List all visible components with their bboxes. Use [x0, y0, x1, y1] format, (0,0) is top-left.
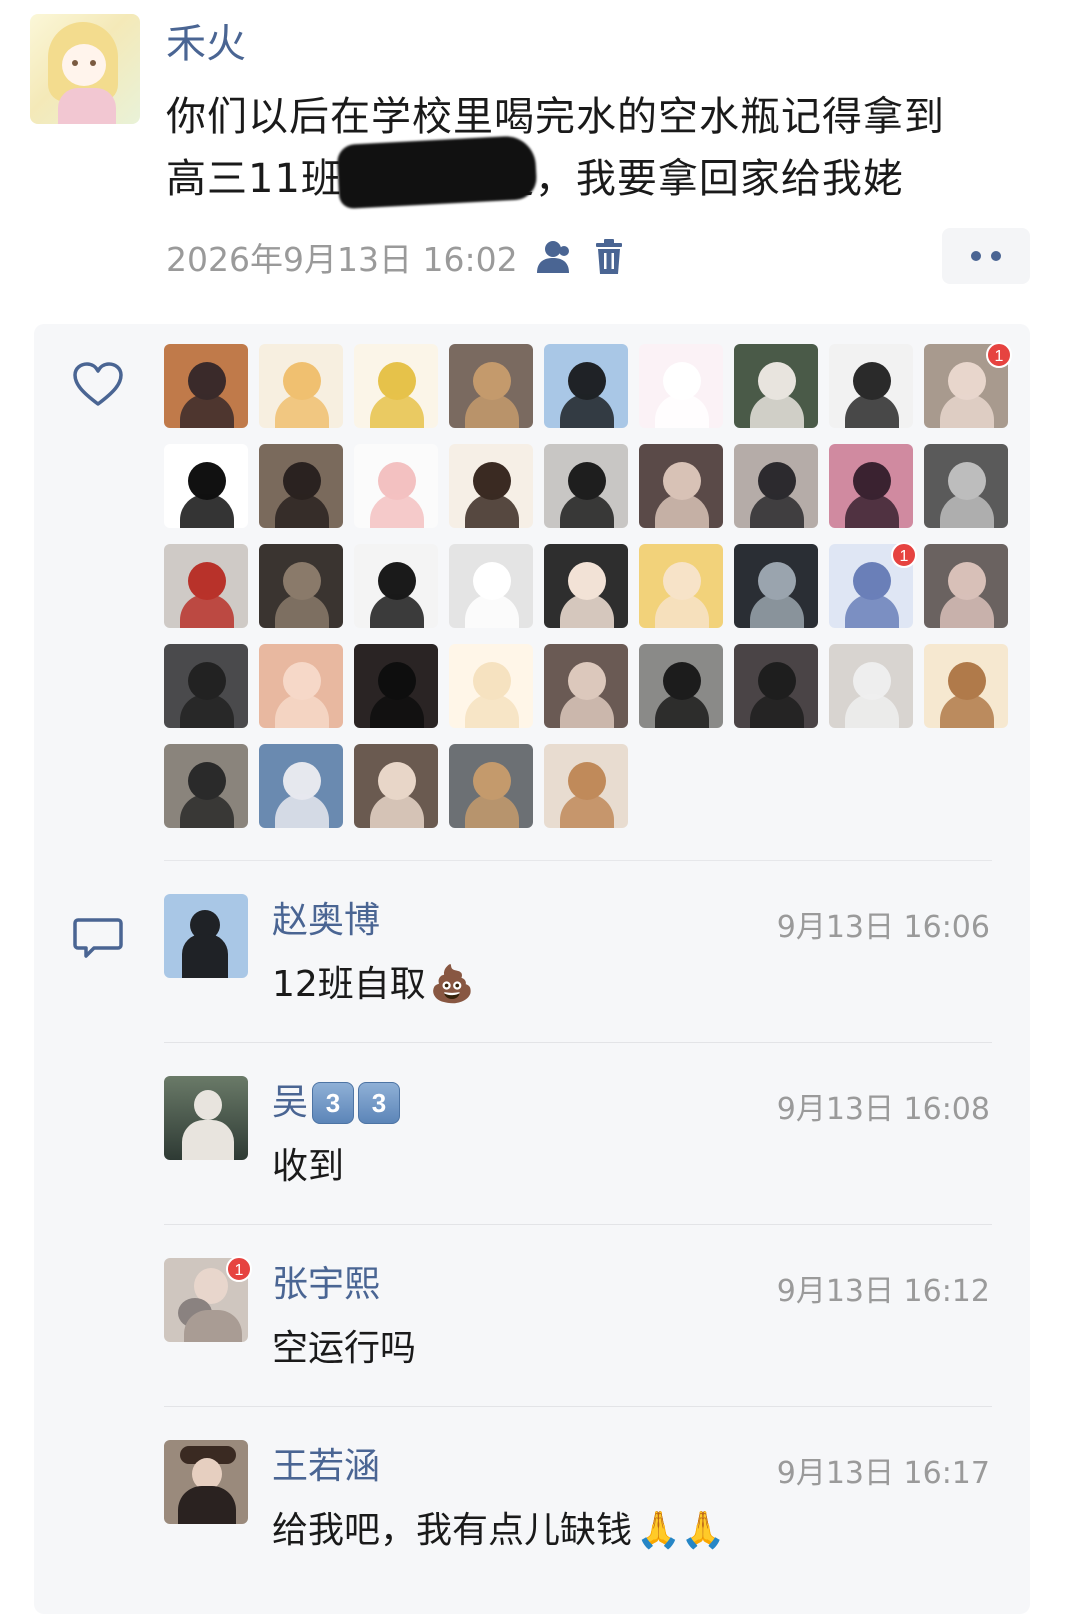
praying-hands-emoji-icon: 🙏🙏	[636, 1510, 726, 1551]
liker-avatar[interactable]	[544, 544, 628, 628]
liker-avatar[interactable]	[259, 444, 343, 528]
comment-author[interactable]: 赵奥博	[272, 896, 380, 946]
liker-avatar[interactable]	[354, 644, 438, 728]
comment-divider	[164, 1406, 992, 1407]
liker-avatar[interactable]	[734, 444, 818, 528]
comment-bubble-icon	[73, 918, 123, 958]
post-text-line2-b: 楚，我要拿回家给我姥	[493, 156, 904, 202]
liker-avatar[interactable]	[259, 644, 343, 728]
comment-time: 9月13日 16:17	[776, 1456, 990, 1491]
liker-avatar[interactable]	[544, 444, 628, 528]
liker-avatar[interactable]	[164, 444, 248, 528]
post-text-line1: 你们以后在学校里喝完水的空水瓶记得拿到	[166, 94, 945, 140]
comment-text: 12班自取 💩	[272, 960, 475, 1010]
notification-badge: 1	[986, 342, 1012, 368]
liker-avatar[interactable]	[449, 544, 533, 628]
post-timestamp: 2026年9月13日 16:02	[166, 240, 518, 279]
comment-time: 9月13日 16:08	[776, 1092, 990, 1127]
liker-avatar[interactable]	[259, 744, 343, 828]
keycap-3-icon: 3	[312, 1082, 355, 1124]
comment-author[interactable]: 张宇熙	[272, 1260, 380, 1310]
liker-avatar[interactable]	[734, 544, 818, 628]
comment-text: 收到	[272, 1146, 345, 1187]
comment-time: 9月13日 16:12	[776, 1274, 990, 1309]
keycap-3-icon: 3	[358, 1082, 401, 1124]
liker-avatar[interactable]	[924, 444, 1008, 528]
more-dot-icon	[971, 251, 981, 261]
liker-avatar[interactable]	[354, 444, 438, 528]
liker-avatar[interactable]	[164, 744, 248, 828]
liker-avatar[interactable]	[639, 644, 723, 728]
liker-avatar[interactable]	[164, 544, 248, 628]
like-heart-icon	[73, 362, 123, 406]
poster-avatar[interactable]	[30, 14, 140, 124]
likes-avatar-grid: 11	[164, 342, 1012, 828]
liker-avatar[interactable]	[354, 744, 438, 828]
liker-avatar[interactable]	[924, 644, 1008, 728]
post-text: 你们以后在学校里喝完水的空水瓶记得拿到 高三11班 楚，我要拿回家给我姥	[166, 86, 1046, 210]
liker-avatar[interactable]	[449, 344, 533, 428]
privacy-people-icon[interactable]	[532, 236, 574, 278]
liker-avatar[interactable]	[544, 644, 628, 728]
liker-avatar[interactable]	[829, 644, 913, 728]
liker-avatar[interactable]	[924, 544, 1008, 628]
comment-divider	[164, 1224, 992, 1225]
liker-avatar[interactable]	[829, 344, 913, 428]
comment-avatar[interactable]	[164, 1440, 248, 1524]
poop-emoji-icon: 💩	[429, 964, 475, 1005]
liker-avatar[interactable]	[449, 744, 533, 828]
notification-badge: 1	[226, 1256, 252, 1282]
delete-trash-icon[interactable]	[588, 236, 630, 278]
comment-avatar[interactable]	[164, 894, 248, 978]
comment-text: 给我吧，我有点儿缺钱 🙏🙏	[272, 1506, 726, 1556]
notification-badge: 1	[891, 542, 917, 568]
liker-avatar[interactable]: 1	[924, 342, 1012, 428]
liker-avatar[interactable]	[639, 544, 723, 628]
liker-avatar[interactable]: 1	[829, 542, 917, 628]
liker-avatar[interactable]	[829, 444, 913, 528]
liker-avatar[interactable]	[734, 344, 818, 428]
post-text-line2-a: 高三11班	[166, 156, 342, 202]
liker-avatar[interactable]	[164, 344, 248, 428]
liker-avatar[interactable]	[259, 544, 343, 628]
poster-name[interactable]: 禾火	[166, 18, 246, 70]
liker-avatar[interactable]	[734, 644, 818, 728]
liker-avatar[interactable]	[544, 344, 628, 428]
liker-avatar[interactable]	[354, 544, 438, 628]
liker-avatar[interactable]	[639, 444, 723, 528]
comment-avatar[interactable]: 1	[164, 1256, 252, 1342]
more-dot-icon	[991, 251, 1001, 261]
liker-avatar[interactable]	[449, 444, 533, 528]
liker-avatar[interactable]	[639, 344, 723, 428]
liker-avatar[interactable]	[259, 344, 343, 428]
comment-time: 9月13日 16:06	[776, 910, 990, 945]
likes-divider	[164, 860, 992, 861]
comment-divider	[164, 1042, 992, 1043]
liker-avatar[interactable]	[449, 644, 533, 728]
liker-avatar[interactable]	[354, 344, 438, 428]
comment-author[interactable]: 吴 3 3	[272, 1078, 401, 1128]
liker-avatar[interactable]	[544, 744, 628, 828]
comment-avatar[interactable]	[164, 1076, 248, 1160]
liker-avatar[interactable]	[164, 644, 248, 728]
more-options-button[interactable]	[942, 228, 1030, 284]
comment-author[interactable]: 王若涵	[272, 1442, 380, 1492]
redaction-scribble	[336, 134, 538, 210]
post-text-line2: 高三11班 楚，我要拿回家给我姥	[166, 148, 1046, 210]
comment-text: 空运行吗	[272, 1328, 417, 1369]
post-meta: 2026年9月13日 16:02	[166, 232, 630, 282]
